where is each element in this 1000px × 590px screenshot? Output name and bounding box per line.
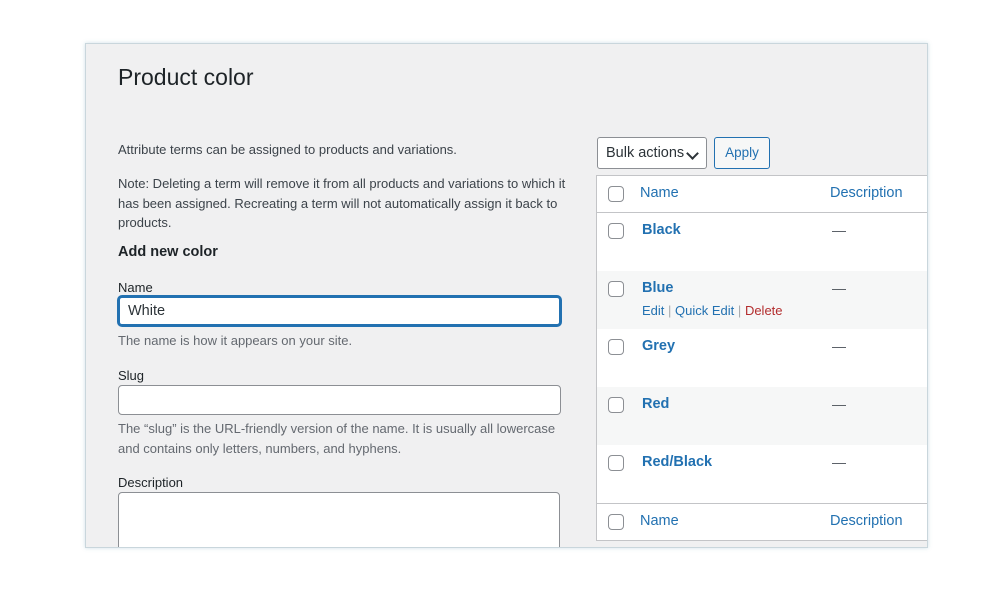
note-text: Note: Deleting a term will remove it fro… [118,176,566,230]
page-title: Product color [118,64,254,90]
select-all-checkbox-footer[interactable] [608,514,624,530]
term-description: — [832,338,846,354]
terms-table: Name Description Black — Blue — Edit | Q… [596,175,927,541]
name-input[interactable]: White [118,296,561,326]
term-name-link[interactable]: Black [642,222,681,238]
apply-button[interactable]: Apply [714,137,770,169]
description-label: Description [118,475,184,490]
term-description: — [832,396,846,412]
slug-input[interactable] [118,385,561,415]
column-description-header[interactable]: Description [830,185,903,201]
name-label: Name [118,280,153,295]
description-input[interactable] [118,492,560,547]
row-checkbox[interactable] [608,281,624,297]
separator: | [737,303,742,318]
row-checkbox[interactable] [608,223,624,239]
bulk-actions-select[interactable]: Bulk actions [597,137,707,169]
term-name-link[interactable]: Red/Black [642,454,712,470]
name-help: The name is how it appears on your site. [118,333,353,348]
slug-label: Slug [118,368,145,383]
row-checkbox[interactable] [608,397,624,413]
table-header: Name Description [597,176,927,213]
row-checkbox[interactable] [608,455,624,471]
select-all-checkbox[interactable] [608,186,624,202]
admin-panel: Product color Attribute terms can be ass… [85,43,928,548]
add-new-heading: Add new color [118,244,218,260]
table-row: Red — [597,387,927,445]
table-row: Blue — Edit | Quick Edit | Delete [597,271,927,329]
term-name-link[interactable]: Blue [642,280,673,296]
term-description: — [832,222,846,238]
row-actions: Edit | Quick Edit | Delete [642,303,783,318]
table-footer: Name Description [597,503,927,540]
table-row: Red/Black — [597,445,927,503]
table-row: Grey — [597,329,927,387]
term-name-link[interactable]: Red [642,396,669,412]
separator: | [668,303,672,318]
term-description: — [832,280,846,296]
term-name-link[interactable]: Grey [642,338,675,354]
column-name-footer[interactable]: Name [640,513,679,529]
delete-link[interactable]: Delete [745,303,783,318]
intro-text: Attribute terms can be assigned to produ… [118,142,457,157]
quick-edit-link[interactable]: Quick Edit [675,303,734,318]
column-name-header[interactable]: Name [640,185,679,201]
bulk-actions-label: Bulk actions [606,145,685,161]
edit-link[interactable]: Edit [642,303,664,318]
chevron-down-icon [686,147,699,160]
table-row: Black — [597,213,927,271]
slug-help: The “slug” is the URL-friendly version o… [118,421,556,456]
column-description-footer[interactable]: Description [830,513,903,529]
row-checkbox[interactable] [608,339,624,355]
term-description: — [832,454,846,470]
